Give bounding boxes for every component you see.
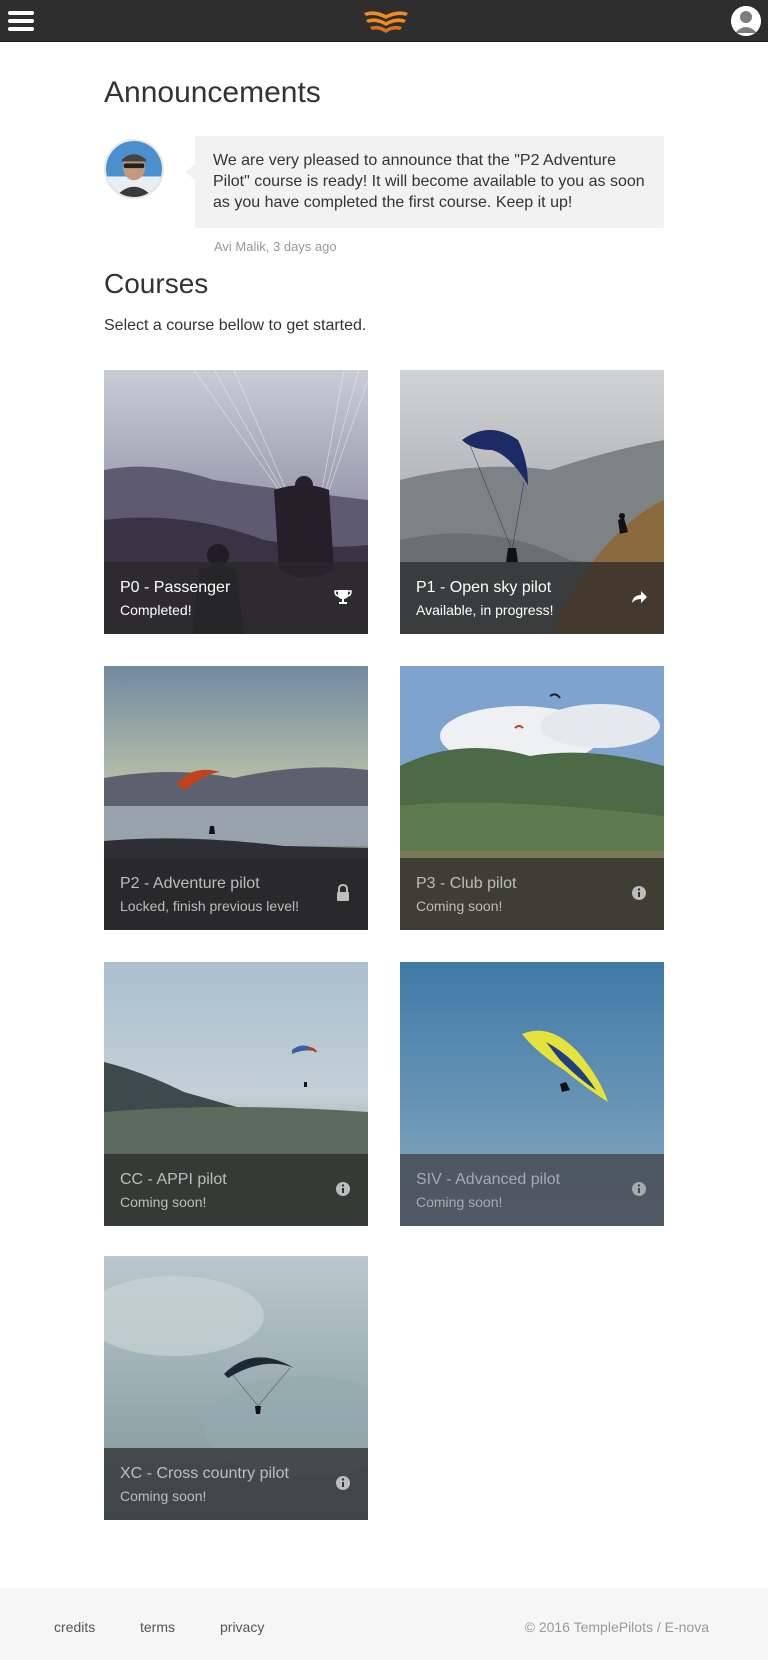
- course-info-panel: XC - Cross country pilot Coming soon!: [104, 1448, 368, 1520]
- course-status: Coming soon!: [120, 1194, 207, 1210]
- lock-icon: [337, 884, 349, 901]
- course-card-cc[interactable]: CC - APPI pilot Coming soon!: [104, 962, 368, 1226]
- course-status: Locked, finish previous level!: [120, 898, 299, 914]
- course-info-panel: SIV - Advanced pilot Coming soon!: [400, 1154, 664, 1226]
- course-status: Coming soon!: [416, 898, 503, 914]
- course-card-p0[interactable]: P0 - Passenger Completed!: [104, 370, 368, 634]
- info-icon: [632, 886, 646, 900]
- author-avatar: [104, 139, 164, 199]
- info-icon: [336, 1476, 350, 1490]
- info-icon: [336, 1182, 350, 1196]
- info-icon: [632, 1182, 646, 1196]
- course-card-p2[interactable]: P2 - Adventure pilot Locked, finish prev…: [104, 666, 368, 930]
- footer-link-privacy[interactable]: privacy: [220, 1619, 264, 1635]
- temple-pilots-logo[interactable]: [360, 5, 412, 37]
- course-info-panel: P1 - Open sky pilot Available, in progre…: [400, 562, 664, 634]
- courses-subtitle: Select a course bellow to get started.: [104, 317, 367, 334]
- course-info-panel: P2 - Adventure pilot Locked, finish prev…: [104, 858, 368, 930]
- copyright-text: © 2016 TemplePilots / E-nova: [524, 1619, 709, 1635]
- course-title: CC - APPI pilot: [120, 1171, 227, 1188]
- user-avatar-icon[interactable]: [731, 6, 761, 36]
- course-info-panel: P0 - Passenger Completed!: [104, 562, 368, 634]
- course-info-panel: P3 - Club pilot Coming soon!: [400, 858, 664, 930]
- footer-link-terms[interactable]: terms: [140, 1619, 175, 1635]
- hamburger-menu-icon[interactable]: [8, 9, 34, 33]
- course-title: P1 - Open sky pilot: [416, 579, 552, 596]
- course-title: P3 - Club pilot: [416, 875, 517, 892]
- course-info-panel: CC - APPI pilot Coming soon!: [104, 1154, 368, 1226]
- footer-link-credits[interactable]: credits: [54, 1619, 95, 1635]
- footer: credits terms privacy © 2016 TemplePilot…: [0, 1588, 768, 1660]
- course-title: P0 - Passenger: [120, 579, 231, 596]
- course-title: SIV - Advanced pilot: [416, 1171, 561, 1188]
- announcements-heading: Announcements: [104, 76, 321, 109]
- courses-heading: Courses: [104, 268, 209, 299]
- share-arrow-icon: [632, 591, 647, 603]
- course-card-p3[interactable]: P3 - Club pilot Coming soon!: [400, 666, 664, 930]
- course-card-xc[interactable]: XC - Cross country pilot Coming soon!: [104, 1256, 368, 1520]
- announcement-message: We are very pleased to announce that the…: [185, 136, 664, 228]
- course-card-siv[interactable]: SIV - Advanced pilot Coming soon!: [400, 962, 664, 1226]
- course-title: XC - Cross country pilot: [120, 1465, 289, 1482]
- course-card-p1[interactable]: P1 - Open sky pilot Available, in progre…: [400, 370, 664, 634]
- course-status: Available, in progress!: [416, 602, 554, 618]
- announcement-meta: Avi Malik, 3 days ago: [214, 239, 337, 254]
- course-status: Completed!: [120, 602, 192, 618]
- course-title: P2 - Adventure pilot: [120, 875, 260, 892]
- trophy-icon: [334, 590, 352, 604]
- course-status: Coming soon!: [120, 1488, 207, 1504]
- top-bar: [0, 0, 768, 42]
- course-status: Coming soon!: [416, 1194, 503, 1210]
